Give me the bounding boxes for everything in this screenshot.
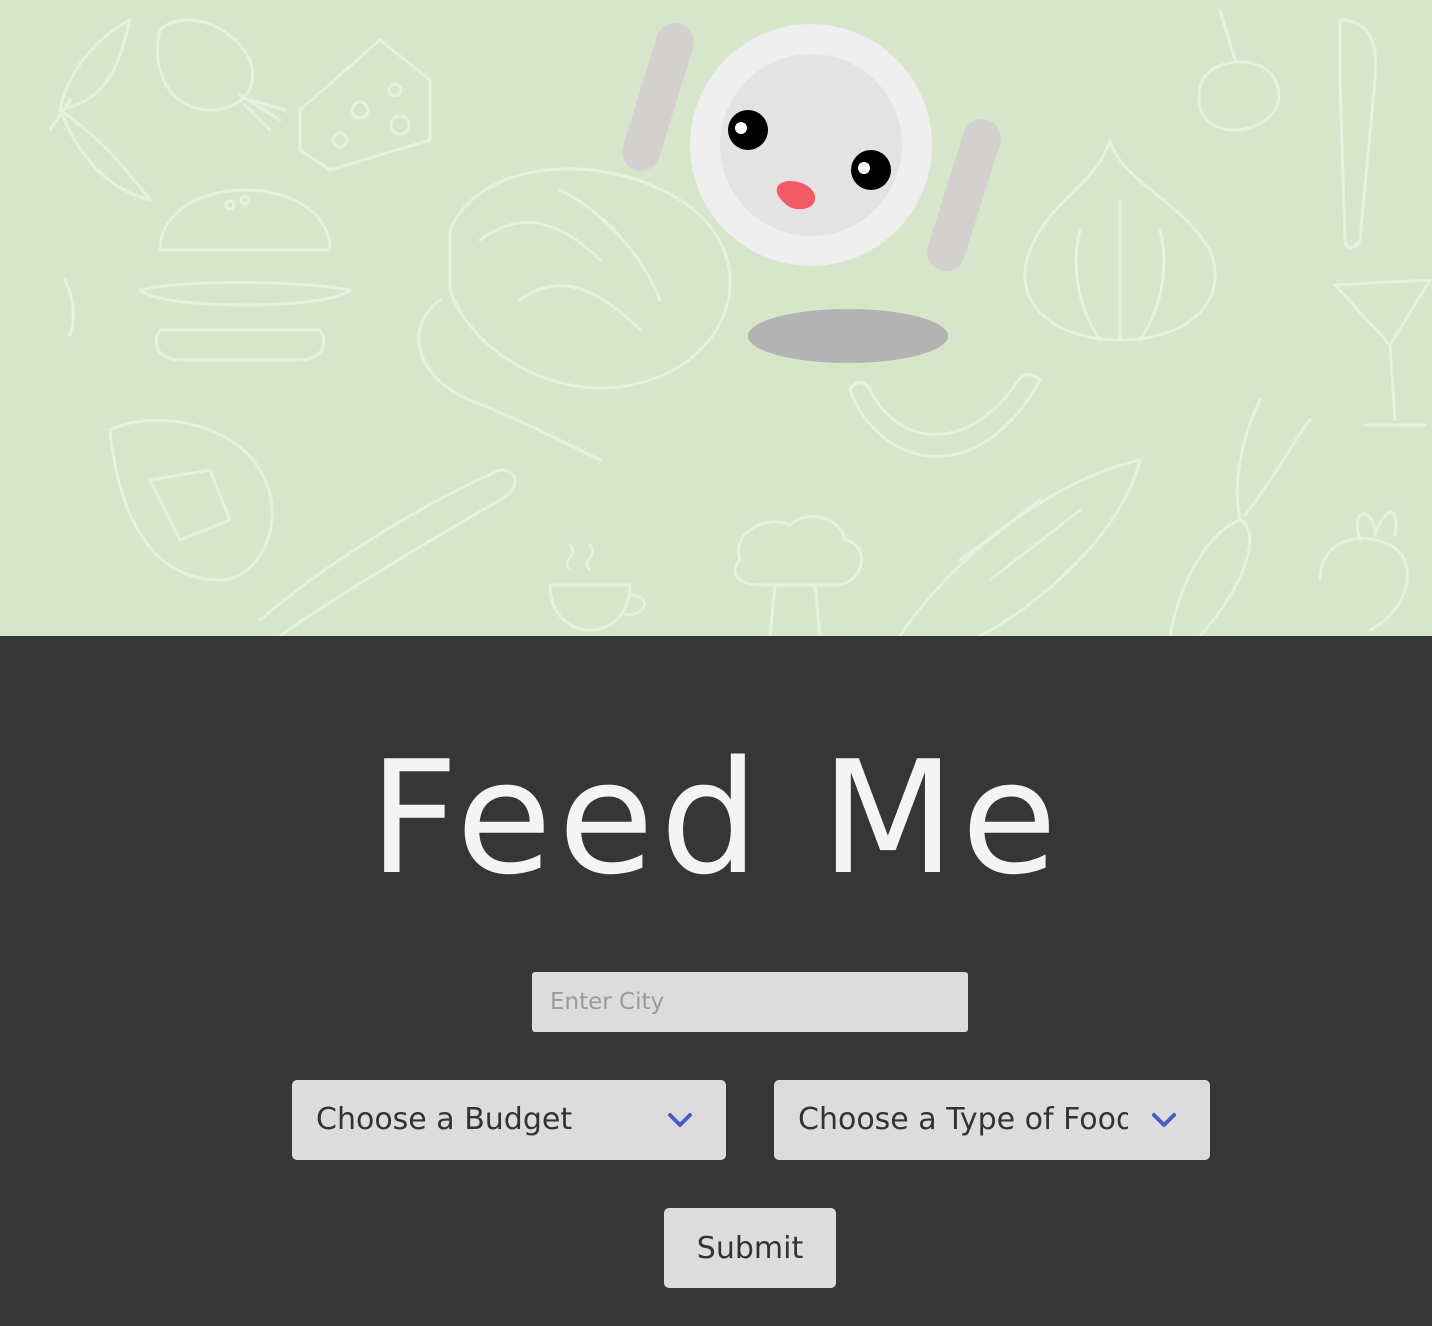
mascot-right-arm [927, 119, 1001, 271]
food-type-select[interactable]: Choose a Type of Food [774, 1080, 1210, 1160]
mascot-shadow [748, 309, 948, 363]
plate-mascot-icon [622, 23, 1001, 363]
search-panel: Feed Me Choose a Budget Choose a Type of… [0, 636, 1432, 1326]
chevron-down-icon [1152, 1113, 1176, 1127]
page-title: Feed Me [368, 727, 1064, 909]
submit-button[interactable]: Submit [664, 1208, 836, 1288]
city-input[interactable] [532, 972, 968, 1032]
chevron-down-icon [668, 1113, 692, 1127]
mascot-left-eye [728, 110, 768, 150]
food-type-select-value: Choose a Type of Food [798, 1102, 1128, 1137]
mascot-right-eye [851, 150, 891, 190]
mascot-left-arm [622, 23, 694, 171]
budget-select-value: Choose a Budget [316, 1102, 573, 1137]
hero-banner [0, 0, 1432, 636]
budget-select[interactable]: Choose a Budget [292, 1080, 726, 1160]
